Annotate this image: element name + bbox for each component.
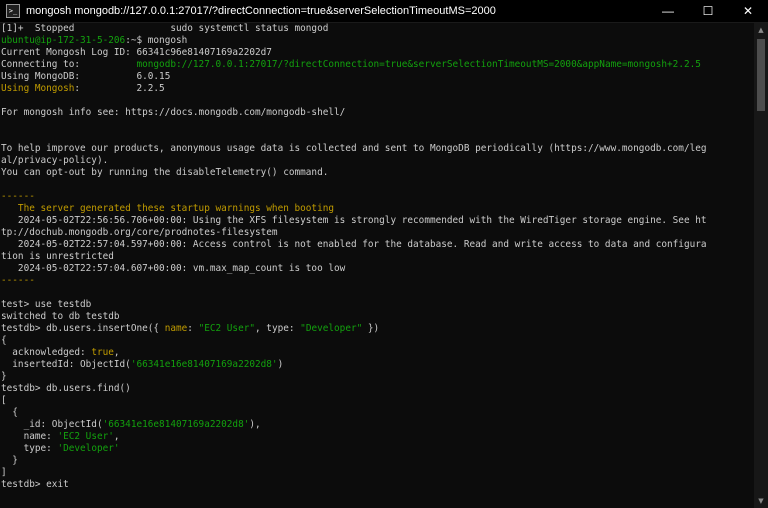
- close-brace: }: [1, 371, 7, 382]
- minimize-button[interactable]: —: [648, 0, 688, 22]
- title-bar[interactable]: >_ mongosh mongodb://127.0.0.1:27017/?di…: [0, 0, 768, 23]
- doc-type-line: type: 'Developer': [1, 443, 754, 455]
- insert-name-value: "EC2 User": [198, 323, 256, 334]
- maximize-icon: ☐: [702, 4, 714, 18]
- doc-name-key: name:: [1, 431, 58, 442]
- acknowledged-line: acknowledged: true,: [1, 347, 754, 359]
- inserted-key: insertedId: ObjectId(: [1, 359, 131, 370]
- log-id-label: Current Mongosh Log ID:: [1, 47, 137, 58]
- warning-separator-bottom: ------: [1, 275, 35, 286]
- close-button[interactable]: ✕: [728, 0, 768, 22]
- doc-close-brace: }: [1, 455, 18, 466]
- doc-type-value: 'Developer': [57, 443, 120, 454]
- warning-2b: tion is unrestricted: [1, 251, 114, 262]
- job-stopped-line: [1]+ Stopped sudo systemctl status mongo…: [1, 23, 329, 34]
- insert-command-line: testdb> db.users.insertOne({ name: "EC2 …: [1, 323, 754, 335]
- doc-open-brace: {: [1, 407, 18, 418]
- minimize-icon: —: [662, 4, 674, 18]
- inserted-close: ): [277, 359, 284, 370]
- mongosh-sep: :: [74, 83, 137, 94]
- exit-command-line: testdb> exit: [1, 479, 69, 490]
- use-command-line: test> use testdb: [1, 299, 92, 310]
- mongodb-label: Using MongoDB:: [1, 71, 137, 82]
- insert-type-part: , type:: [255, 323, 301, 334]
- doc-id-value: '66341e16e81407169a2202d8': [102, 419, 250, 430]
- vertical-scrollbar[interactable]: ▲ ▼: [754, 23, 768, 508]
- ack-key: acknowledged:: [1, 347, 92, 358]
- prompt-command: mongosh: [147, 35, 188, 46]
- doc-type-key: type:: [1, 443, 58, 454]
- inserted-value: '66341e16e81407169a2202d8': [130, 359, 278, 370]
- ack-comma: ,: [113, 347, 120, 358]
- scroll-down-button[interactable]: ▼: [754, 494, 768, 508]
- inserted-id-line: insertedId: ObjectId('66341e16e81407169a…: [1, 359, 754, 371]
- warning-1b: tp://dochub.mongodb.org/core/prodnotes-f…: [1, 227, 278, 238]
- open-brace: {: [1, 335, 7, 346]
- open-bracket: [: [1, 395, 7, 406]
- mongodb-version-line: Using MongoDB: 6.0.15: [1, 71, 754, 83]
- close-bracket: ]: [1, 467, 7, 478]
- scroll-up-button[interactable]: ▲: [754, 23, 768, 37]
- doc-id-key: _id: ObjectId(: [1, 419, 103, 430]
- doc-id-line: _id: ObjectId('66341e16e81407169a2202d8'…: [1, 419, 754, 431]
- shell-prompt-line: ubuntu@ip-172-31-5-206:~$ mongosh: [1, 35, 754, 47]
- prompt-path: :~$: [125, 35, 148, 46]
- terminal-app-icon: >_: [6, 4, 20, 18]
- scroll-up-icon: ▲: [758, 26, 764, 34]
- connecting-line: Connecting to: mongodb://127.0.0.1:27017…: [1, 59, 754, 71]
- warning-separator-top: ------: [1, 191, 35, 202]
- window-title: mongosh mongodb://127.0.0.1:27017/?direc…: [26, 5, 496, 17]
- doc-name-value: 'EC2 User': [57, 431, 114, 442]
- scrollbar-thumb[interactable]: [757, 39, 765, 111]
- info-line: For mongosh info see: https://docs.mongo…: [1, 107, 346, 118]
- doc-name-line: name: 'EC2 User',: [1, 431, 754, 443]
- telemetry-line-3: You can opt-out by running the disableTe…: [1, 167, 329, 178]
- mongodb-version: 6.0.15: [136, 71, 171, 82]
- mongosh-version-line: Using Mongosh: 2.2.5: [1, 83, 754, 95]
- doc-id-close: ),: [249, 419, 261, 430]
- connecting-label: Connecting to:: [1, 59, 137, 70]
- terminal-window: >_ mongosh mongodb://127.0.0.1:27017/?di…: [0, 0, 768, 508]
- connecting-value: mongodb://127.0.0.1:27017/?directConnect…: [136, 59, 701, 70]
- terminal-output[interactable]: [1]+ Stopped sudo systemctl status mongo…: [0, 23, 754, 508]
- insert-type-value: "Developer": [300, 323, 363, 334]
- maximize-button[interactable]: ☐: [688, 0, 728, 22]
- insert-close: }): [362, 323, 380, 334]
- warning-3: 2024-05-02T22:57:04.607+00:00: vm.max_ma…: [1, 263, 346, 274]
- switched-line: switched to db testdb: [1, 311, 120, 322]
- telemetry-line-2: al/privacy-policy).: [1, 155, 109, 166]
- close-icon: ✕: [742, 4, 754, 18]
- warning-2a: 2024-05-02T22:57:04.597+00:00: Access co…: [1, 239, 707, 250]
- mongosh-label: Using Mongosh: [1, 83, 75, 94]
- prompt-user: ubuntu@ip-172-31-5-206: [1, 35, 126, 46]
- warning-header: The server generated these startup warni…: [1, 203, 335, 214]
- scroll-down-icon: ▼: [758, 497, 764, 505]
- insert-prompt: testdb> db.users.insertOne({: [1, 323, 165, 334]
- insert-name-key: name: [164, 323, 188, 334]
- find-command-line: testdb> db.users.find(): [1, 383, 131, 394]
- log-id-line: Current Mongosh Log ID: 66341c96e8140716…: [1, 47, 754, 59]
- doc-name-comma: ,: [113, 431, 120, 442]
- app-icon-glyph: >_: [8, 6, 18, 15]
- mongosh-version: 2.2.5: [136, 83, 165, 94]
- log-id-value: 66341c96e81407169a2202d7: [136, 47, 272, 58]
- insert-colon: :: [187, 323, 199, 334]
- warning-1a: 2024-05-02T22:56:56.706+00:00: Using the…: [1, 215, 707, 226]
- ack-value: true: [91, 347, 114, 358]
- telemetry-line-1: To help improve our products, anonymous …: [1, 143, 707, 154]
